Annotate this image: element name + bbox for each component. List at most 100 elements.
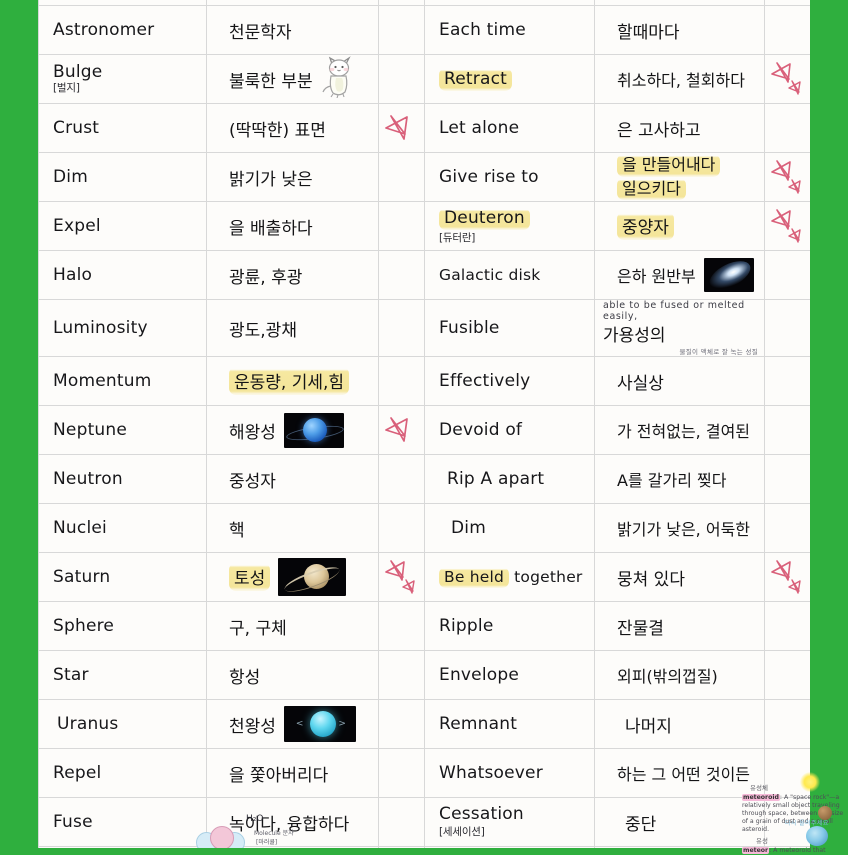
meaning-text: 핵 — [229, 520, 245, 541]
cell-right-word: Be held together — [424, 552, 595, 602]
word-text: Nuclei — [53, 518, 107, 538]
meteor-term: meteor — [742, 847, 770, 855]
cell-right-word: Deuteron [듀터란] — [424, 201, 595, 251]
cell-left-star — [378, 503, 425, 553]
table-row: Crust (딱딱한) 표면 Let alone 은 고사하고 — [38, 103, 810, 153]
watermark-text: 다시 올려주세요 — [785, 820, 829, 827]
cell-right-star — [764, 356, 810, 406]
cell-left-word: Neutron — [38, 454, 207, 504]
word-text: Give rise to — [439, 167, 539, 187]
word-text: Each time — [439, 20, 526, 40]
cell-right-star — [764, 152, 810, 202]
word-text: Effectively — [439, 371, 531, 391]
cell-left-meaning: 천왕성 < > — [206, 699, 379, 749]
cell-left-word: Luminosity — [38, 299, 207, 357]
cell-left-word: Crust — [38, 103, 207, 153]
meaning-text: 을 배출하다 — [229, 218, 313, 239]
cell-left-meaning: 해왕성 — [206, 405, 379, 455]
word-text: Let alone — [439, 118, 520, 138]
word-text: Dim — [451, 518, 486, 538]
word-text: Bulge — [53, 62, 103, 83]
cell-right-star — [764, 201, 810, 251]
cell-right-meaning: 은하 원반부 — [594, 250, 765, 300]
word-text: Star — [53, 665, 89, 685]
meaning-text: 할때마다 — [617, 22, 680, 43]
cell-left-star — [378, 201, 425, 251]
meaning-text: 은하 원반부 — [617, 267, 696, 286]
cell-left-star — [378, 299, 425, 357]
meaning-text: 을 만들어내다 — [617, 153, 721, 177]
word-text: Uranus — [57, 714, 119, 734]
fusible-note-top: able to be fused or melted easily, — [603, 300, 745, 322]
cell-right-meaning: A를 갈가리 찢다 — [594, 454, 765, 504]
table-row: Repel 을 쫓아버리다 Whatsoever 하는 그 어떤 것이든 — [38, 748, 810, 798]
word-text: Fuse — [53, 812, 93, 832]
word-text: Dim — [53, 167, 88, 187]
cell-left-meaning: 녹이다, 융합하다 — [206, 797, 379, 847]
cell-right-meaning: 하는 그 어떤 것이든 — [594, 748, 765, 798]
cell-left-word: Neptune — [38, 405, 207, 455]
cell-right-word: Rip A apart — [424, 454, 595, 504]
cell-left-star — [378, 552, 425, 602]
cell-left-star — [378, 250, 425, 300]
cell-right-meaning: 중양자 — [594, 201, 765, 251]
cell-right-meaning: 뭉쳐 있다 — [594, 552, 765, 602]
cell-right-word: Effectively — [424, 356, 595, 406]
meaning-text: 가용성의 — [603, 326, 666, 346]
cell-left-meaning: 토성 — [206, 552, 379, 602]
cell-left-word: Nuclei — [38, 503, 207, 553]
meaning-text: 중양자 — [617, 212, 674, 240]
star-mark — [379, 553, 424, 601]
cell-left-star — [378, 356, 425, 406]
cell-right-meaning: 가 전혀없는, 결여된 — [594, 405, 765, 455]
vocabulary-table: Astronomer 천문학자 Each time 할때마다 Bulge [벌지… — [38, 0, 810, 848]
word-text: Sphere — [53, 616, 115, 636]
meaning-text: 밝기가 낮은, 어둑한 — [617, 520, 751, 539]
table-row: Luminosity 광도,광채 Fusible able to be fuse… — [38, 299, 810, 357]
meaning-text: 녹이다, 융합하다 — [229, 814, 350, 835]
pronunciation-text: [듀터란] — [439, 231, 476, 244]
table-row: Dim 밝기가 낮은 Give rise to 을 만들어내다 일으키다 — [38, 152, 810, 202]
meaning-text: 을 쫓아버리다 — [229, 765, 329, 786]
meaning-text: 중단 — [625, 814, 657, 835]
word-text: Galactic disk — [439, 266, 541, 284]
cell-left-word: Expel — [38, 201, 207, 251]
earth-icon — [806, 826, 828, 846]
cell-left-meaning: 운동량, 기세,힘 — [206, 356, 379, 406]
saturn-thumbnail-image — [278, 558, 347, 596]
word-text: Crust — [53, 118, 100, 138]
cell-left-star — [378, 797, 425, 847]
meaning-text: 구, 구체 — [229, 618, 287, 639]
cell-right-star — [764, 5, 810, 55]
cell-right-word: Whatsoever — [424, 748, 595, 798]
galaxy-thumbnail-image — [703, 258, 754, 292]
star-mark — [379, 104, 424, 152]
table-row: Neutron 중성자 Rip A apart A를 갈가리 찢다 — [38, 454, 810, 504]
cell-right-star — [764, 250, 810, 300]
meaning-text: 운동량, 기세,힘 — [229, 367, 350, 395]
word-highlight-part: Be held — [439, 567, 510, 588]
cell-left-star — [378, 103, 425, 153]
word-text: Neutron — [53, 469, 123, 489]
cell-left-meaning: 광도,광채 — [206, 299, 379, 357]
cell-right-meaning: 중단 — [594, 797, 765, 847]
word-text: Fusible — [439, 318, 500, 338]
meaning-text: 가 전혀없는, 결여된 — [617, 422, 751, 441]
meaning-text: 불룩한 부분 — [229, 71, 313, 92]
cell-right-meaning: 밝기가 낮은, 어둑한 — [594, 503, 765, 553]
table-row: Bulge [벌지] 불룩한 부분 Retract 취소하다, 철회하다 — [38, 54, 810, 104]
cell-right-word: Let alone — [424, 103, 595, 153]
meaning-text: 나머지 — [625, 716, 672, 737]
cell-right-word: Ripple — [424, 601, 595, 651]
cell-left-star — [378, 405, 425, 455]
meaning-text: 잔물결 — [617, 618, 664, 639]
word-text: Luminosity — [53, 318, 148, 338]
cell-left-meaning: 광륜, 후광 — [206, 250, 379, 300]
cell-right-word: Cessation [세세이션] — [424, 797, 595, 847]
notebook-page: Astronomer 천문학자 Each time 할때마다 Bulge [벌지… — [0, 0, 848, 855]
word-text: Be held together — [439, 567, 583, 588]
word-text: Momentum — [53, 371, 152, 391]
cell-right-star — [764, 405, 810, 455]
uranus-thumbnail-image: < > — [283, 706, 356, 742]
cell-left-meaning: (딱딱한) 표면 — [206, 103, 379, 153]
